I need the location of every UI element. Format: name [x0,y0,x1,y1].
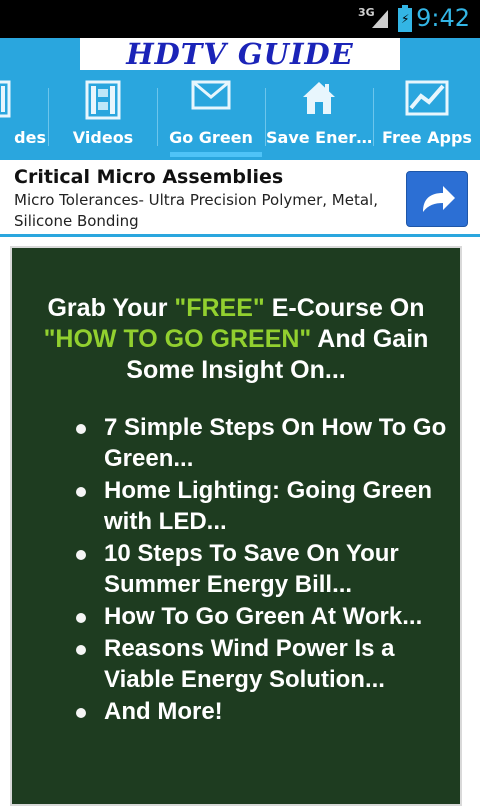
list-item: 10 Steps To Save On Your Summer Energy B… [72,538,452,600]
battery-icon: ⚡ [398,5,412,32]
chart-icon [405,80,449,120]
topic-list: 7 Simple Steps On How To Go Green... Hom… [72,412,452,728]
envelope-icon [191,80,231,114]
app-header: HDTV GUIDE [0,38,480,70]
film-strip-icon [85,80,121,124]
tab-bar: des Videos Go Green Save Ener… Free Apps [0,70,480,160]
tab-free-apps[interactable]: Free Apps [374,70,480,160]
list-item: And More! [72,696,452,727]
headline-text: Grab Your [47,294,175,322]
house-icon [301,80,337,120]
headline-topic: "HOW TO GO GREEN" [43,325,312,353]
tab-label: Go Green [169,128,253,147]
share-arrow-icon [407,186,467,230]
tab-save-energy[interactable]: Save Ener… [266,70,372,160]
tab-label: Save Ener… [266,128,372,147]
title-banner: HDTV GUIDE [80,38,400,70]
tab-go-green[interactable]: Go Green [158,70,264,160]
tab-label: des [14,128,46,147]
selected-tab-indicator [170,152,262,157]
ad-title: Critical Micro Assemblies [14,166,284,188]
promo-panel: Grab Your "FREE" E-Course On "HOW TO GO … [12,248,460,804]
ad-banner[interactable]: Critical Micro Assemblies Micro Toleranc… [0,160,480,237]
film-strip-icon [0,80,13,122]
tab-label: Videos [72,128,134,147]
list-item: 7 Simple Steps On How To Go Green... [72,412,452,474]
tab-label: Free Apps [382,128,472,147]
signal-icon [372,10,388,28]
list-item: How To Go Green At Work... [72,601,452,632]
headline-free: "FREE" [174,294,265,322]
status-bar: 3G ⚡ 9:42 [0,0,480,38]
tab-guides[interactable]: des [0,70,48,160]
app-title: HDTV GUIDE [126,37,354,71]
ad-description: Micro Tolerances- Ultra Precision Polyme… [14,191,378,230]
clock: 9:42 [416,4,470,32]
headline-text: E-Course On [264,294,425,322]
tab-videos[interactable]: Videos [49,70,157,160]
list-item: Reasons Wind Power Is a Viable Energy So… [72,633,452,695]
ad-open-button[interactable] [406,171,468,227]
content-frame: Grab Your "FREE" E-Course On "HOW TO GO … [10,246,462,806]
list-item: Home Lighting: Going Green with LED... [72,475,452,537]
promo-headline: Grab Your "FREE" E-Course On "HOW TO GO … [12,293,460,386]
